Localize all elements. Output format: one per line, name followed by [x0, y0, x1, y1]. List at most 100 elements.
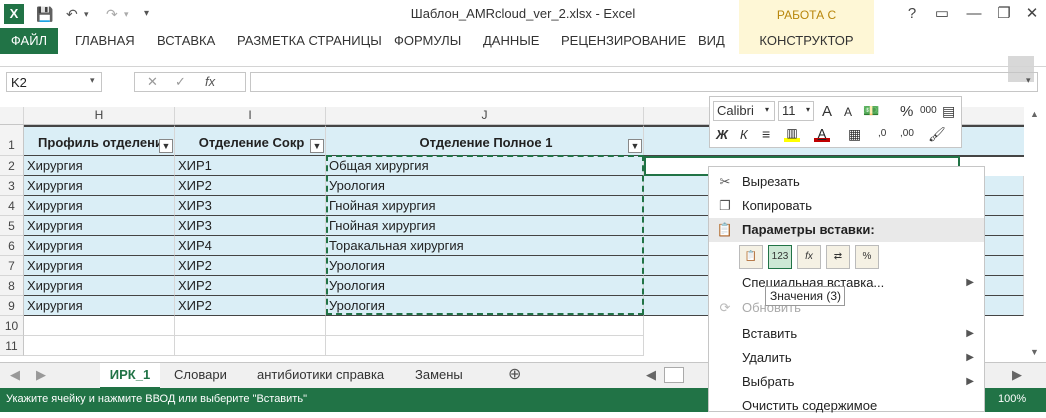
- format-table-icon[interactable]: ▤: [942, 103, 955, 120]
- column-header-h[interactable]: H: [24, 107, 175, 124]
- help-button[interactable]: ?: [900, 4, 924, 24]
- empty-cell[interactable]: [24, 336, 175, 356]
- enter-icon[interactable]: ✓: [175, 73, 186, 91]
- row-header[interactable]: 1: [0, 125, 24, 156]
- menu-item-paste-special[interactable]: Специальная вставка... ▶: [709, 271, 984, 295]
- align-center-icon[interactable]: ≡: [762, 126, 770, 142]
- table-cell[interactable]: Хирургия: [24, 196, 175, 216]
- empty-cell[interactable]: [326, 336, 644, 356]
- table-header-cell[interactable]: Отделение Полное 1: [326, 125, 644, 157]
- tab-home[interactable]: ГЛАВНАЯ: [75, 28, 135, 54]
- ribbon-display-button[interactable]: ▭: [930, 4, 954, 24]
- scroll-left-icon[interactable]: ◀: [646, 363, 656, 387]
- paste-values-icon[interactable]: 123: [768, 245, 792, 269]
- row-header[interactable]: 6: [0, 236, 24, 256]
- table-cell[interactable]: ХИР2: [175, 276, 326, 296]
- tab-formulas[interactable]: ФОРМУЛЫ: [394, 28, 461, 54]
- table-header-cell[interactable]: Отделение Сокр: [175, 125, 326, 157]
- filter-dropdown-icon[interactable]: ▼: [159, 139, 173, 153]
- add-sheet-icon[interactable]: ⊕: [508, 363, 521, 387]
- column-header-i[interactable]: I: [175, 107, 326, 124]
- empty-cell[interactable]: [24, 316, 175, 336]
- row-header[interactable]: 8: [0, 276, 24, 296]
- name-box-dropdown-icon[interactable]: ▾: [90, 75, 95, 86]
- table-cell[interactable]: Хирургия: [24, 216, 175, 236]
- zoom-level[interactable]: 100%: [998, 388, 1026, 410]
- tab-file[interactable]: ФАЙЛ: [0, 28, 58, 54]
- minimize-button[interactable]: —: [962, 4, 986, 24]
- font-color-icon[interactable]: A: [814, 126, 830, 142]
- row-header[interactable]: 3: [0, 176, 24, 196]
- empty-cell[interactable]: [326, 316, 644, 336]
- row-header[interactable]: 9: [0, 296, 24, 316]
- row-header[interactable]: 5: [0, 216, 24, 236]
- decrease-font-icon[interactable]: A: [844, 105, 852, 119]
- sheet-tab-dictionaries[interactable]: Словари: [174, 363, 227, 387]
- vertical-scrollbar[interactable]: ▲ ▼: [1024, 107, 1046, 361]
- table-cell[interactable]: ХИР2: [175, 296, 326, 316]
- italic-icon[interactable]: К: [740, 127, 748, 142]
- table-header-cell[interactable]: Профиль отделени: [24, 125, 175, 157]
- bold-icon[interactable]: Ж: [716, 127, 728, 142]
- row-header[interactable]: 4: [0, 196, 24, 216]
- horizontal-scroll-thumb[interactable]: [664, 367, 684, 383]
- format-painter-icon[interactable]: 🖌: [928, 126, 946, 143]
- table-cell[interactable]: ХИР3: [175, 216, 326, 236]
- table-cell[interactable]: ХИР4: [175, 236, 326, 256]
- fill-color-icon[interactable]: ▥: [784, 126, 800, 142]
- menu-item-copy[interactable]: ❐ Копировать: [709, 194, 984, 218]
- table-cell[interactable]: ХИР2: [175, 176, 326, 196]
- menu-item-insert[interactable]: Вставить ▶: [709, 322, 984, 346]
- table-cell[interactable]: ХИР2: [175, 256, 326, 276]
- row-header[interactable]: 10: [0, 316, 24, 336]
- font-size-dropdown-icon[interactable]: ▾: [806, 105, 810, 114]
- prev-sheet-icon[interactable]: ◀: [10, 363, 20, 387]
- filter-dropdown-icon[interactable]: ▼: [628, 139, 642, 153]
- scroll-right-icon[interactable]: ▶: [1012, 363, 1022, 387]
- table-cell[interactable]: Хирургия: [24, 176, 175, 196]
- cancel-icon[interactable]: ✕: [147, 73, 158, 91]
- increase-decimal-icon[interactable]: ,0: [878, 128, 886, 139]
- increase-font-icon[interactable]: A: [822, 103, 832, 120]
- sheet-tab-replacements[interactable]: Замены: [415, 363, 463, 387]
- menu-item-select[interactable]: Выбрать ▶: [709, 370, 984, 394]
- currency-format-icon[interactable]: 💵: [863, 103, 879, 119]
- paste-transpose-icon[interactable]: ⇄: [826, 245, 850, 269]
- select-all-corner[interactable]: [0, 107, 24, 124]
- name-box[interactable]: K2: [6, 72, 102, 92]
- table-cell[interactable]: Хирургия: [24, 296, 175, 316]
- filter-dropdown-icon[interactable]: ▼: [310, 139, 324, 153]
- close-button[interactable]: ✕: [1020, 4, 1044, 24]
- expand-formula-bar-icon[interactable]: ▾: [1026, 75, 1031, 86]
- paste-formatting-icon[interactable]: %: [855, 245, 879, 269]
- tab-data[interactable]: ДАННЫЕ: [483, 28, 539, 54]
- tab-review[interactable]: РЕЦЕНЗИРОВАНИЕ: [561, 28, 686, 54]
- borders-icon[interactable]: ▦: [848, 126, 861, 143]
- column-header-j[interactable]: J: [326, 107, 644, 124]
- formula-input[interactable]: [250, 72, 1038, 92]
- table-cell[interactable]: ХИР3: [175, 196, 326, 216]
- scroll-down-icon[interactable]: ▼: [1030, 347, 1039, 357]
- font-name-dropdown-icon[interactable]: ▾: [765, 105, 769, 114]
- row-header[interactable]: 11: [0, 336, 24, 356]
- tab-page-layout[interactable]: РАЗМЕТКА СТРАНИЦЫ: [237, 28, 382, 54]
- sheet-tab-irk1[interactable]: ИРК_1: [100, 363, 160, 390]
- table-cell[interactable]: Хирургия: [24, 236, 175, 256]
- row-header[interactable]: 7: [0, 256, 24, 276]
- thousands-separator-icon[interactable]: 000: [920, 105, 937, 116]
- paste-icon[interactable]: 📋: [739, 245, 763, 269]
- sheet-tab-antibiotics[interactable]: антибиотики справка: [257, 363, 384, 387]
- table-cell[interactable]: Хирургия: [24, 156, 175, 176]
- menu-item-delete[interactable]: Удалить ▶: [709, 346, 984, 370]
- tab-design[interactable]: КОНСТРУКТОР: [739, 28, 874, 54]
- empty-cell[interactable]: [175, 316, 326, 336]
- restore-button[interactable]: ❐: [992, 4, 1016, 24]
- scroll-up-icon[interactable]: ▲: [1030, 109, 1039, 119]
- table-cell[interactable]: ХИР1: [175, 156, 326, 176]
- next-sheet-icon[interactable]: ▶: [36, 363, 46, 387]
- tab-view[interactable]: ВИД: [698, 28, 725, 54]
- empty-cell[interactable]: [175, 336, 326, 356]
- insert-function-icon[interactable]: fx: [205, 73, 215, 91]
- menu-item-cut[interactable]: ✂ Вырезать: [709, 170, 984, 194]
- menu-item-clear-contents[interactable]: Очистить содержимое: [709, 394, 984, 418]
